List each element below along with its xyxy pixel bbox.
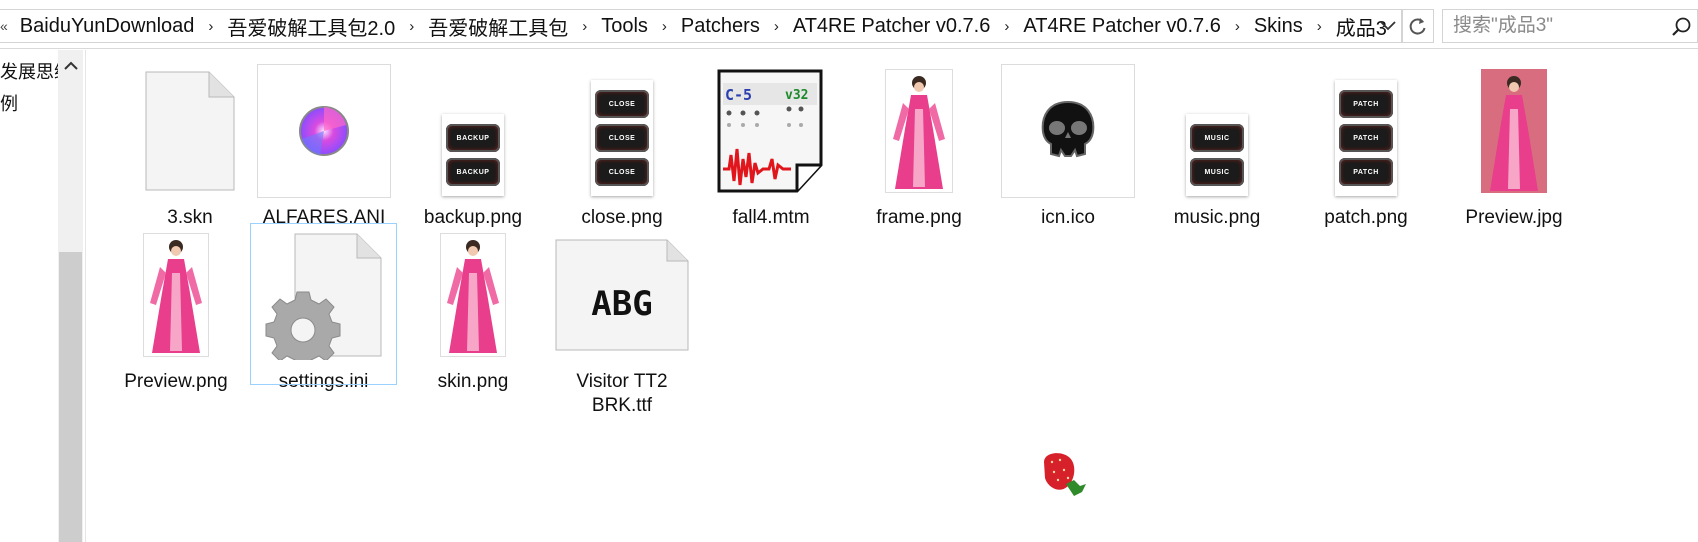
thumbnail-button-graphic: CLOSE xyxy=(595,158,649,186)
file-item[interactable]: icn.ico xyxy=(993,60,1143,230)
thumbnail-button-graphic: PATCH xyxy=(1339,124,1393,152)
breadcrumb-separator-icon[interactable]: › xyxy=(401,18,422,35)
file-name: frame.png xyxy=(876,207,962,228)
file-item[interactable]: Preview.png xyxy=(101,224,251,394)
thumbnail-button-graphic: PATCH xyxy=(1339,90,1393,118)
scroll-up-button[interactable] xyxy=(58,54,83,76)
nav-item[interactable]: 发展思维 xyxy=(0,58,58,84)
address-dropdown-button[interactable] xyxy=(1374,10,1402,42)
font-preview-text: ABG xyxy=(591,284,652,324)
file-item[interactable]: Preview.jpg xyxy=(1439,60,1589,230)
file-name: skin.png xyxy=(437,371,509,392)
file-name: Preview.png xyxy=(124,371,228,392)
skull-icon xyxy=(1001,64,1135,198)
file-item[interactable]: 3.skn xyxy=(115,60,265,230)
image-thumbnail xyxy=(440,233,506,357)
file-name: icn.ico xyxy=(1041,207,1095,228)
search-box[interactable] xyxy=(1442,9,1698,43)
breadcrumb-separator-icon[interactable]: › xyxy=(200,18,221,35)
breadcrumb-separator-icon[interactable]: › xyxy=(574,18,595,35)
address-bar: « BaiduYunDownload › 吾爱破解工具包2.0 › 吾爱破解工具… xyxy=(0,4,1698,49)
breadcrumb-separator-icon[interactable]: › xyxy=(766,18,787,35)
refresh-icon xyxy=(1409,18,1426,35)
nav-scrollbar-thumb[interactable] xyxy=(59,252,82,542)
thumbnail-button-graphic: PATCH xyxy=(1339,158,1393,186)
file-name: Preview.jpg xyxy=(1465,207,1563,228)
breadcrumb-item[interactable]: AT4RE Patcher v0.7.6 xyxy=(1017,15,1227,38)
file-name: fall4.mtm xyxy=(732,207,810,228)
strawberry-cursor-icon xyxy=(1044,453,1086,496)
file-name: music.png xyxy=(1173,207,1261,228)
thumbnail-button-graphic: MUSIC xyxy=(1190,124,1244,152)
image-thumbnail: MUSIC MUSIC xyxy=(1186,114,1248,196)
file-item[interactable]: C-5 v32 fall4.mtm xyxy=(696,60,846,230)
file-item[interactable]: ABG Visitor TT2 BRK.ttf xyxy=(547,224,697,418)
breadcrumb-item[interactable]: Patchers xyxy=(675,15,766,38)
mtm-badge-left: C-5 xyxy=(725,86,752,104)
tracker-module-icon: C-5 v32 xyxy=(717,69,823,193)
image-thumbnail: BACKUP BACKUP xyxy=(442,114,504,196)
image-thumbnail: PATCH PATCH PATCH xyxy=(1335,80,1397,196)
animated-cursor-icon xyxy=(257,64,391,198)
file-name: patch.png xyxy=(1324,207,1408,228)
image-thumbnail xyxy=(1481,69,1547,193)
thumbnail-button-graphic: BACKUP xyxy=(446,124,500,152)
breadcrumb-separator-icon[interactable]: › xyxy=(996,18,1017,35)
breadcrumb-item[interactable]: Tools xyxy=(595,15,654,38)
thumbnail-button-graphic: MUSIC xyxy=(1190,158,1244,186)
blank-file-icon xyxy=(145,71,235,191)
nav-item[interactable]: 例 xyxy=(0,90,58,116)
file-item[interactable]: MUSIC MUSIC music.png xyxy=(1142,60,1292,230)
file-item[interactable]: skin.png xyxy=(398,224,548,394)
settings-file-icon xyxy=(265,233,381,360)
thumbnail-button-graphic: CLOSE xyxy=(595,90,649,118)
file-item[interactable]: CLOSE CLOSE CLOSE close.png xyxy=(547,60,697,230)
file-item[interactable]: frame.png xyxy=(844,60,994,230)
breadcrumb-separator-icon[interactable]: › xyxy=(1309,18,1330,35)
image-thumbnail: CLOSE CLOSE CLOSE xyxy=(591,80,653,196)
image-thumbnail xyxy=(885,69,953,193)
breadcrumb-separator-icon[interactable]: › xyxy=(1227,18,1248,35)
breadcrumb-item[interactable]: 吾爱破解工具包2.0 xyxy=(221,12,401,41)
breadcrumb-item[interactable]: Skins xyxy=(1248,15,1309,38)
search-icon[interactable] xyxy=(1671,16,1693,38)
thumbnail-button-graphic: CLOSE xyxy=(595,124,649,152)
chevron-down-icon xyxy=(1380,21,1396,31)
breadcrumb-overflow-icon[interactable]: « xyxy=(0,18,14,34)
navigation-pane: 发展思维 例 xyxy=(0,50,86,542)
breadcrumb-item[interactable]: 吾爱破解工具包 xyxy=(422,12,574,41)
search-input[interactable] xyxy=(1451,10,1675,42)
file-name: settings.ini xyxy=(278,371,369,392)
breadcrumb-item[interactable]: AT4RE Patcher v0.7.6 xyxy=(787,15,997,38)
breadcrumb-separator-icon[interactable]: › xyxy=(654,18,675,35)
refresh-button[interactable] xyxy=(1402,9,1434,43)
thumbnail-button-graphic: BACKUP xyxy=(446,158,500,186)
file-item[interactable]: ALFARES.ANI xyxy=(249,60,399,230)
mtm-badge-right: v32 xyxy=(785,88,808,103)
file-item[interactable]: PATCH PATCH PATCH patch.png xyxy=(1291,60,1441,230)
file-item[interactable]: settings.ini xyxy=(250,223,397,392)
breadcrumb-item[interactable]: BaiduYunDownload xyxy=(14,15,201,38)
file-item[interactable]: BACKUP BACKUP backup.png xyxy=(398,60,548,230)
breadcrumb[interactable]: « BaiduYunDownload › 吾爱破解工具包2.0 › 吾爱破解工具… xyxy=(0,9,1402,43)
file-name: Visitor TT2 BRK.ttf xyxy=(576,371,668,416)
font-file-icon: ABG xyxy=(555,239,689,351)
image-thumbnail xyxy=(143,233,209,357)
chevron-up-icon xyxy=(63,61,78,70)
